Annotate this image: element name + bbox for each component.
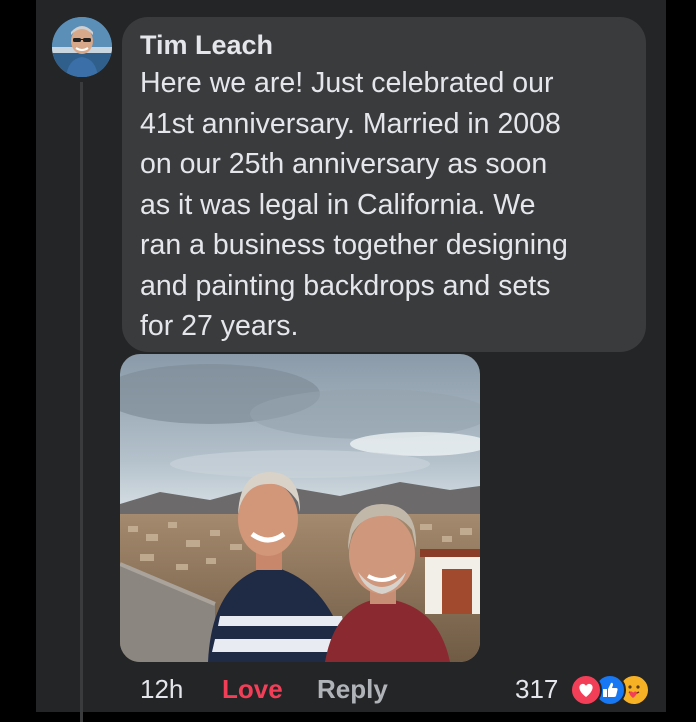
user-avatar [52,17,112,77]
reaction-icons[interactable] [570,674,650,706]
comment-bubble: Tim Leach Here we are! Just celebrated o… [122,17,646,352]
comment-author[interactable]: Tim Leach [140,29,628,61]
author-avatar[interactable] [52,17,112,77]
comment-timestamp[interactable]: 12h [140,672,183,706]
comment-text: Here we are! Just celebrated our 41st an… [140,67,568,342]
reply-button[interactable]: Reply [317,672,388,706]
love-heart-icon [570,674,602,706]
photo-attachment[interactable] [120,354,480,662]
photo-image [120,354,480,662]
reaction-count[interactable]: 317 [515,672,558,706]
thread-line [80,82,83,722]
comment-footer: 12h Love Reply 317 [0,672,696,706]
love-button[interactable]: Love [222,672,283,706]
